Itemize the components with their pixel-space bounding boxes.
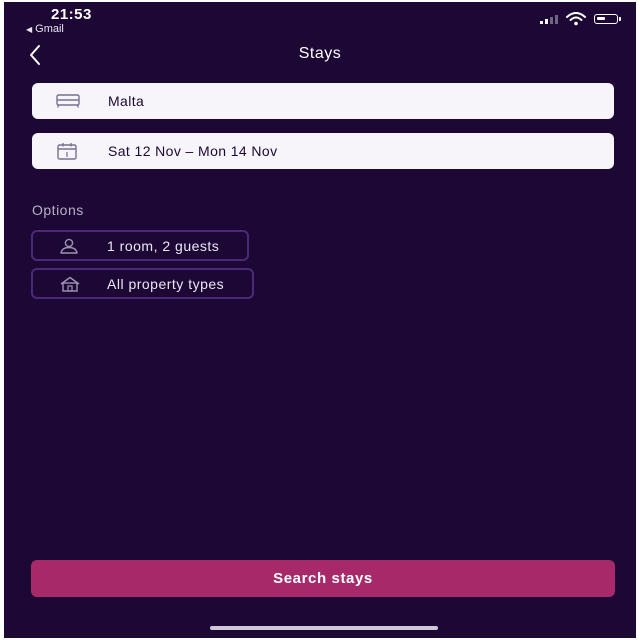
house-icon	[59, 276, 81, 292]
back-triangle-icon: ◀	[26, 25, 33, 34]
dates-value: Sat 12 Nov – Mon 14 Nov	[108, 143, 278, 159]
property-type-selector[interactable]: All property types	[31, 268, 255, 299]
home-indicator[interactable]	[210, 626, 438, 630]
app-screen: 21:53 ◀ Gmail Stays Malta Sat 12 Nov – M…	[4, 2, 636, 638]
battery-icon	[594, 14, 621, 24]
bed-icon	[56, 92, 80, 110]
destination-value: Malta	[108, 93, 145, 109]
property-type-value: All property types	[107, 275, 225, 292]
options-label: Options	[32, 202, 84, 218]
wifi-icon	[566, 12, 586, 26]
destination-field[interactable]: Malta	[32, 83, 614, 119]
status-back-app-label: Gmail	[35, 23, 64, 35]
guests-selector[interactable]: 1 room, 2 guests	[31, 230, 250, 261]
status-indicators	[540, 12, 621, 26]
signal-icon	[540, 14, 558, 24]
search-stays-button[interactable]: Search stays	[31, 560, 615, 597]
guests-value: 1 room, 2 guests	[107, 237, 220, 254]
status-time: 21:53	[51, 6, 92, 23]
dates-field[interactable]: Sat 12 Nov – Mon 14 Nov	[32, 133, 614, 169]
status-back-to-app[interactable]: ◀ Gmail	[26, 23, 64, 35]
person-icon	[59, 238, 81, 254]
calendar-icon	[56, 142, 80, 160]
page-title: Stays	[298, 45, 342, 62]
